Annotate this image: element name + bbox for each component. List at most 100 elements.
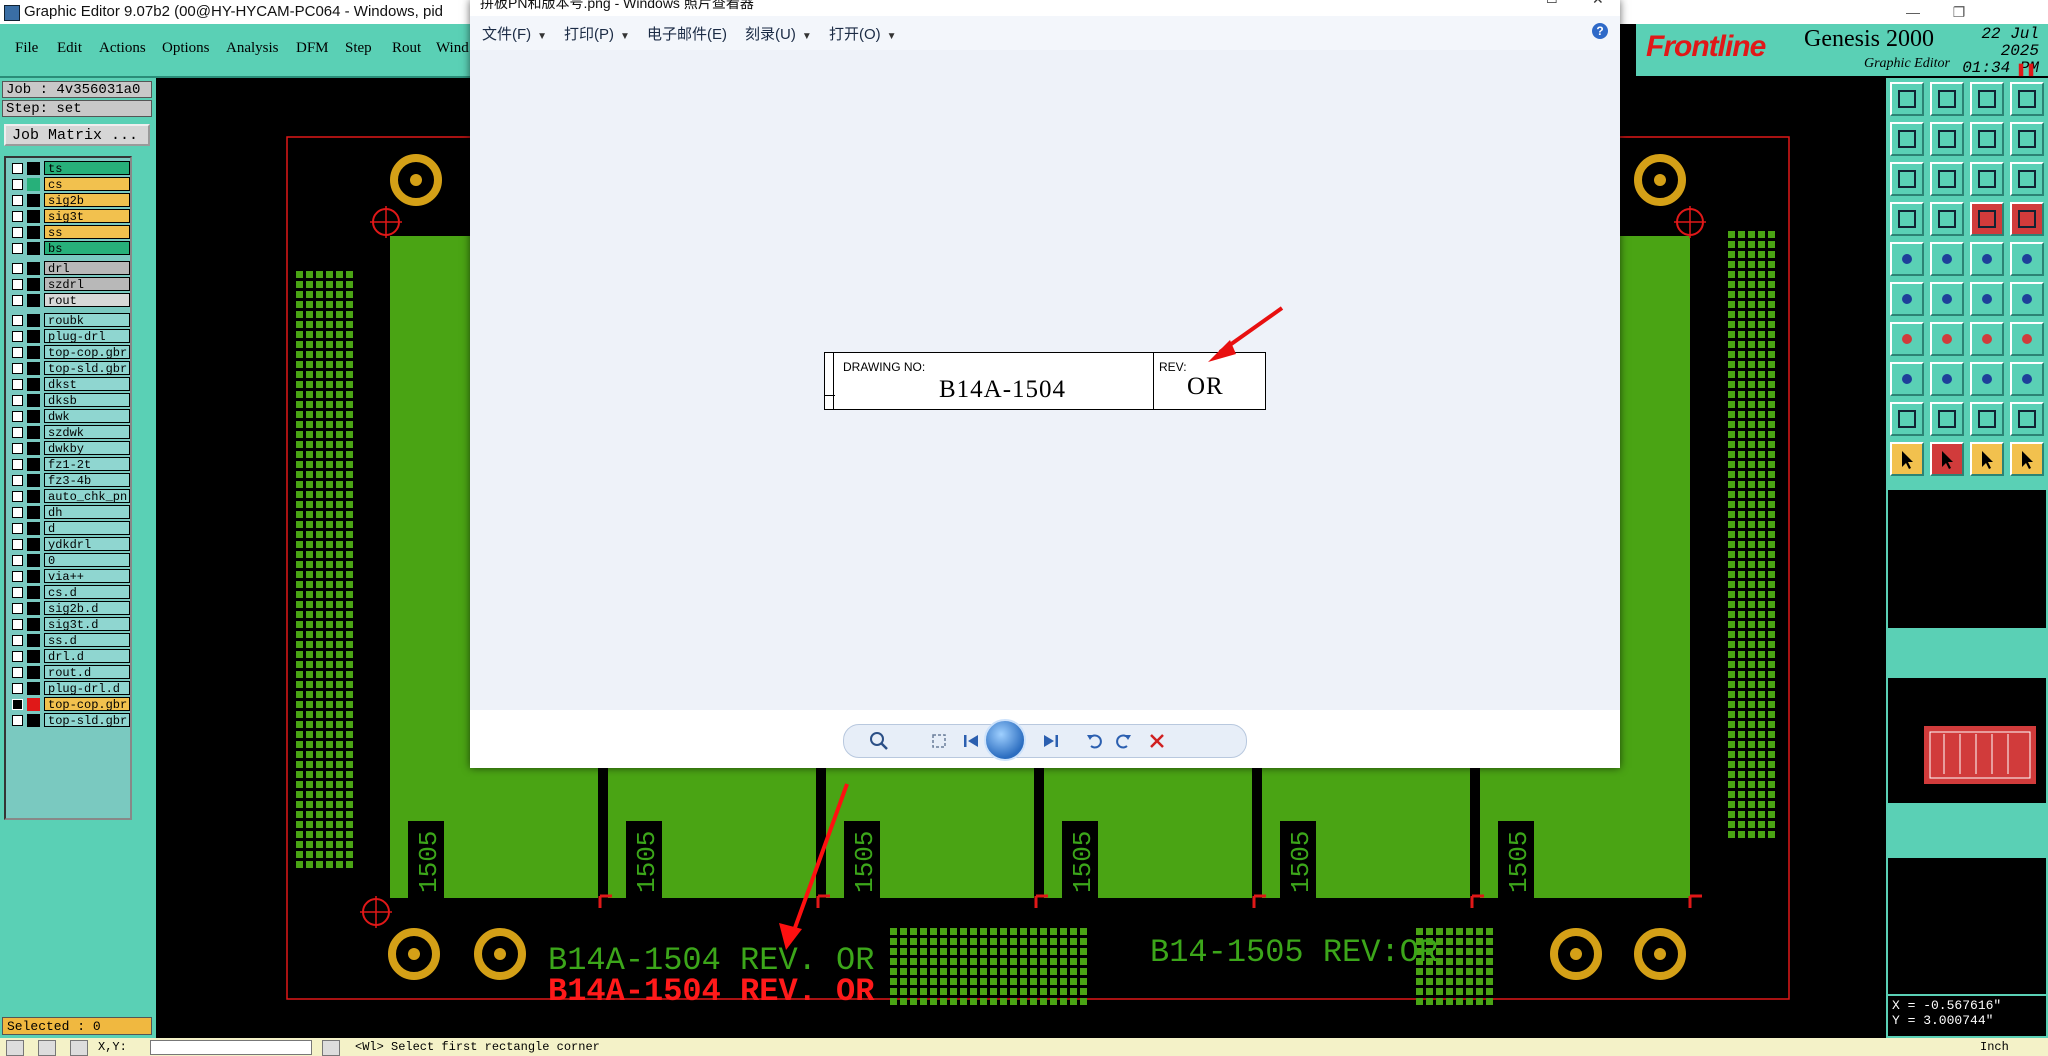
pan-icon[interactable] bbox=[1930, 162, 1964, 196]
cross-icon[interactable] bbox=[1930, 282, 1964, 316]
layer-checkbox[interactable] bbox=[12, 715, 23, 726]
menu-options[interactable]: Options bbox=[162, 40, 210, 57]
layer-color-swatch[interactable] bbox=[27, 586, 40, 599]
layer-checkbox[interactable] bbox=[12, 459, 23, 470]
layer-color-swatch[interactable] bbox=[27, 602, 40, 615]
rotate-right-icon[interactable] bbox=[1112, 730, 1134, 752]
viewer-menu-print[interactable]: 打印(P) ▼ bbox=[564, 23, 630, 44]
layer-color-swatch[interactable] bbox=[27, 426, 40, 439]
layer-checkbox[interactable] bbox=[12, 427, 23, 438]
layer-name[interactable]: top-sld.gbr bbox=[44, 713, 130, 727]
step-icon[interactable] bbox=[1970, 122, 2004, 156]
dimension-icon[interactable] bbox=[1970, 242, 2004, 276]
menu-actions[interactable]: Actions bbox=[99, 40, 146, 57]
layer-color-swatch[interactable] bbox=[27, 210, 40, 223]
fit-icon[interactable] bbox=[1970, 362, 2004, 396]
layer-checkbox[interactable] bbox=[12, 195, 23, 206]
layer-color-swatch[interactable] bbox=[27, 362, 40, 375]
layer-checkbox[interactable] bbox=[12, 603, 23, 614]
layer-name[interactable]: drl.d bbox=[44, 649, 130, 663]
viewer-minimize-button[interactable]: — bbox=[1500, 0, 1513, 6]
layer-name[interactable]: plug-drl.d bbox=[44, 681, 130, 695]
layer-checkbox[interactable] bbox=[12, 295, 23, 306]
net-icon[interactable] bbox=[2010, 202, 2044, 236]
layer-checkbox[interactable] bbox=[12, 211, 23, 222]
select-icon[interactable] bbox=[1890, 442, 1924, 476]
help-icon[interactable]: ? bbox=[1592, 23, 1608, 39]
layer-name[interactable]: d bbox=[44, 521, 130, 535]
layer-color-swatch[interactable] bbox=[27, 474, 40, 487]
import-icon[interactable] bbox=[1890, 122, 1924, 156]
layer-row[interactable]: 0 bbox=[8, 553, 130, 568]
layer-color-swatch[interactable] bbox=[27, 538, 40, 551]
layer-name[interactable]: dwkby bbox=[44, 441, 130, 455]
layer-checkbox[interactable] bbox=[12, 331, 23, 342]
save-icon[interactable] bbox=[1930, 82, 1964, 116]
layer-checkbox[interactable] bbox=[12, 699, 23, 710]
layer-row[interactable]: rout.d bbox=[8, 665, 130, 680]
pad-icon[interactable] bbox=[1890, 242, 1924, 276]
viewer-menu-burn[interactable]: 刻录(U) ▼ bbox=[745, 23, 812, 44]
layer-checkbox[interactable] bbox=[12, 243, 23, 254]
layer-color-swatch[interactable] bbox=[27, 394, 40, 407]
select-touch-icon[interactable] bbox=[2010, 442, 2044, 476]
layer-color-swatch[interactable] bbox=[27, 554, 40, 567]
layer-name[interactable]: cs.d bbox=[44, 585, 130, 599]
layer-name[interactable]: bs bbox=[44, 241, 130, 255]
layer-name[interactable]: dkst bbox=[44, 377, 130, 391]
layer-row[interactable]: fz1-2t bbox=[8, 457, 130, 472]
layer-checkbox[interactable] bbox=[12, 263, 23, 274]
layer-row[interactable]: dwkby bbox=[8, 441, 130, 456]
layer-checkbox[interactable] bbox=[12, 651, 23, 662]
surface-icon[interactable] bbox=[1970, 402, 2004, 436]
layer-row[interactable]: plug-drl bbox=[8, 329, 130, 344]
layer-color-swatch[interactable] bbox=[27, 490, 40, 503]
chamfer-icon[interactable] bbox=[2010, 402, 2044, 436]
layer-name[interactable]: via++ bbox=[44, 569, 130, 583]
layer-row[interactable]: top-cop.gbr bbox=[8, 345, 130, 360]
layer-row[interactable]: top-sld.gbr bbox=[8, 713, 130, 728]
status-toggle-icon[interactable] bbox=[322, 1040, 340, 1056]
layer-row[interactable]: roubk bbox=[8, 313, 130, 328]
connect-icon[interactable] bbox=[1890, 282, 1924, 316]
layer-color-swatch[interactable] bbox=[27, 278, 40, 291]
layer-row[interactable]: cs.d bbox=[8, 585, 130, 600]
layer-color-swatch[interactable] bbox=[27, 442, 40, 455]
layer-row[interactable]: cs bbox=[8, 177, 130, 192]
next-icon[interactable] bbox=[1040, 730, 1062, 752]
window-icon[interactable] bbox=[2010, 82, 2044, 116]
layer-row[interactable]: top-sld.gbr bbox=[8, 361, 130, 376]
layer-row[interactable]: dkst bbox=[8, 377, 130, 392]
viewer-close-button[interactable]: ✕ bbox=[1592, 0, 1604, 8]
layer-color-swatch[interactable] bbox=[27, 346, 40, 359]
layer-name[interactable]: top-cop.gbr bbox=[44, 345, 130, 359]
layer-checkbox[interactable] bbox=[12, 571, 23, 582]
status-grid-icon[interactable] bbox=[70, 1040, 88, 1056]
menu-edit[interactable]: Edit bbox=[57, 40, 82, 57]
snap-icon[interactable] bbox=[1890, 202, 1924, 236]
layer-row[interactable]: plug-drl.d bbox=[8, 681, 130, 696]
layer-icon[interactable] bbox=[2010, 122, 2044, 156]
layer-checkbox[interactable] bbox=[12, 555, 23, 566]
layer-name[interactable]: fz3-4b bbox=[44, 473, 130, 487]
layer-color-swatch[interactable] bbox=[27, 682, 40, 695]
minus-icon[interactable] bbox=[1930, 362, 1964, 396]
layer-color-swatch[interactable] bbox=[27, 226, 40, 239]
layer-color-swatch[interactable] bbox=[27, 178, 40, 191]
menu-rout[interactable]: Rout bbox=[392, 40, 421, 57]
layer-name[interactable]: sig2b bbox=[44, 193, 130, 207]
job-matrix-button[interactable]: Job Matrix ... bbox=[4, 124, 150, 146]
rotate-icon[interactable] bbox=[1970, 322, 2004, 356]
layer-color-swatch[interactable] bbox=[27, 330, 40, 343]
layer-row[interactable]: top-cop.gbr bbox=[8, 697, 130, 712]
viewer-menu-file[interactable]: 文件(F) ▼ bbox=[482, 23, 547, 44]
layer-name[interactable]: szdwk bbox=[44, 425, 130, 439]
layer-name[interactable]: fz1-2t bbox=[44, 457, 130, 471]
pause-icon[interactable]: ❚❚ bbox=[2016, 62, 2036, 76]
viewer-menu-email[interactable]: 电子邮件(E) bbox=[647, 23, 727, 44]
layer-row[interactable]: d bbox=[8, 521, 130, 536]
overview-pane[interactable] bbox=[1888, 678, 2046, 803]
layer-color-swatch[interactable] bbox=[27, 698, 40, 711]
layer-color-swatch[interactable] bbox=[27, 618, 40, 631]
layer-row[interactable]: sig2b bbox=[8, 193, 130, 208]
